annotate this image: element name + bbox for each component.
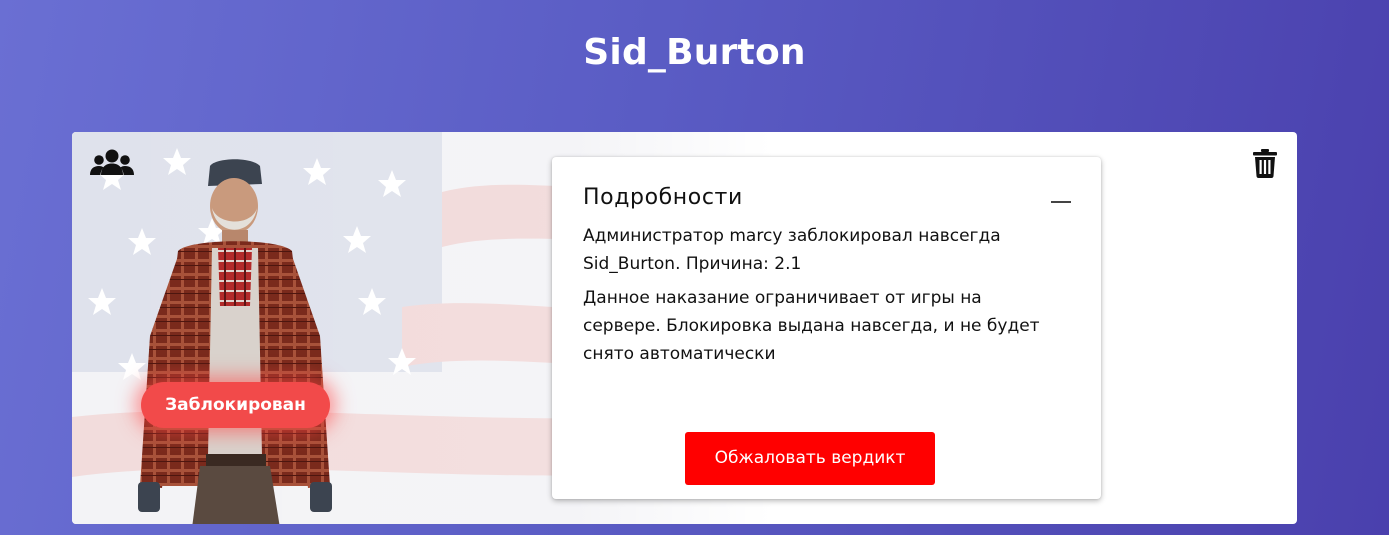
ban-description: Данное наказание ограничивает от игры на…: [583, 288, 1040, 364]
appeal-verdict-button[interactable]: Обжаловать вердикт: [685, 432, 935, 485]
details-panel: Подробности Администратор marcy заблокир…: [552, 157, 1101, 499]
minus-icon[interactable]: [1051, 201, 1071, 203]
page-title: Sid_Burton: [583, 32, 806, 73]
trash-icon[interactable]: [1253, 148, 1277, 178]
details-title: Подробности: [583, 185, 743, 210]
status-badge: Заблокирован: [141, 382, 330, 428]
player-card: Заблокирован Подробности Администратор m…: [72, 132, 1297, 524]
ban-summary: Администратор marcy заблокировал навсегд…: [583, 226, 1001, 274]
character-skin-image: [138, 159, 332, 524]
